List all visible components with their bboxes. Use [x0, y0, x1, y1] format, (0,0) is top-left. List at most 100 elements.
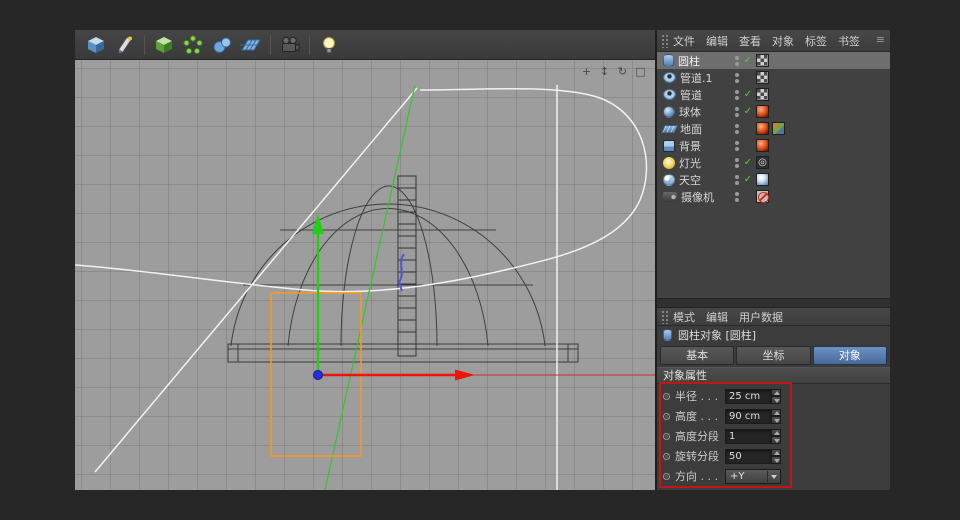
visibility-dots[interactable]	[735, 56, 740, 66]
height-stepper[interactable]	[771, 409, 781, 424]
material-thumbnail[interactable]	[756, 71, 769, 84]
visibility-dots[interactable]	[735, 90, 740, 100]
attribute-tabs: 基本 坐标 对象	[657, 344, 890, 367]
tube-icon	[663, 72, 676, 83]
object-properties: 半径 . . . 25 cm 高度 . . . 90 cm	[657, 384, 890, 486]
radius-stepper[interactable]	[771, 389, 781, 404]
material-thumbnail[interactable]	[756, 139, 769, 152]
visibility-dots[interactable]	[735, 73, 740, 83]
object-row-floor[interactable]: 地面	[657, 120, 890, 137]
camera-tool-icon[interactable]	[277, 32, 303, 58]
viewport-nav: + ↕ ↻ □	[580, 65, 647, 78]
enabled-check-icon[interactable]: ✓	[743, 157, 753, 168]
height-input[interactable]: 90 cm	[725, 409, 771, 424]
object-manager-menubar: 文件 编辑 查看 对象 标签 书签 ≡	[657, 30, 890, 52]
tab-coordinates[interactable]: 坐标	[736, 346, 810, 365]
enabled-check-icon[interactable]: ✓	[743, 89, 753, 100]
visibility-dots[interactable]	[735, 124, 740, 134]
object-row-cylinder[interactable]: 圆柱 ✓	[657, 52, 890, 69]
attribute-manager-menubar: 模式 编辑 用户数据	[657, 308, 890, 326]
material-thumbnail[interactable]	[756, 105, 769, 118]
floor-tool-icon[interactable]	[238, 32, 264, 58]
height-segments-stepper[interactable]	[771, 429, 781, 444]
property-label: 高度 . . .	[675, 408, 723, 424]
object-name: 地面	[680, 121, 702, 137]
enabled-check-icon[interactable]: ✓	[743, 55, 753, 66]
om-menu-view[interactable]: 查看	[739, 33, 761, 49]
toolbar-separator	[309, 35, 310, 55]
visibility-dots[interactable]	[735, 107, 740, 117]
material-thumbnail[interactable]	[756, 54, 769, 67]
om-menu-tags[interactable]: 标签	[805, 33, 827, 49]
property-label: 方向 . . .	[675, 468, 723, 484]
panel-splitter[interactable]	[657, 298, 890, 308]
object-row-sphere[interactable]: 球体 ✓	[657, 103, 890, 120]
om-menu-file[interactable]: 文件	[673, 33, 695, 49]
am-menu-mode[interactable]: 模式	[673, 309, 695, 325]
toolbar-separator	[144, 35, 145, 55]
object-name: 管道	[680, 87, 702, 103]
tab-object[interactable]: 对象	[813, 346, 887, 365]
rotation-segments-stepper[interactable]	[771, 449, 781, 464]
viewport[interactable]: + ↕ ↻ □	[75, 60, 655, 490]
visibility-dots[interactable]	[735, 141, 740, 151]
rotation-segments-input[interactable]: 50	[725, 449, 771, 464]
keyframe-circle-icon[interactable]	[663, 453, 670, 460]
keyframe-circle-icon[interactable]	[663, 393, 670, 400]
om-menu-bookmarks[interactable]: 书签	[838, 33, 860, 49]
om-menu-objects[interactable]: 对象	[772, 33, 794, 49]
object-row-tube1[interactable]: 管道.1	[657, 69, 890, 86]
cylinder-icon	[663, 54, 674, 67]
object-row-background[interactable]: 背景	[657, 137, 890, 154]
array-tool-icon[interactable]	[180, 32, 206, 58]
toggle-view-icon[interactable]: □	[634, 65, 647, 78]
dolly-icon[interactable]: ↕	[598, 65, 611, 78]
main-toolbar	[75, 30, 655, 60]
pan-icon[interactable]: +	[580, 65, 593, 78]
spline-pen-tool-icon[interactable]	[112, 32, 138, 58]
object-name: 圆柱	[678, 53, 700, 69]
cube-tool-icon[interactable]	[83, 32, 109, 58]
section-header: 对象属性	[657, 367, 890, 384]
property-label: 半径 . . .	[675, 388, 723, 404]
panel-options-icon[interactable]: ≡	[876, 33, 885, 46]
object-name: 背景	[679, 138, 701, 154]
light-tool-icon[interactable]	[316, 32, 342, 58]
orientation-dropdown[interactable]: +Y	[725, 469, 781, 484]
material-thumbnail[interactable]	[756, 122, 769, 135]
property-orientation: 方向 . . . +Y	[657, 466, 890, 486]
panel-grip-icon[interactable]	[661, 310, 669, 324]
panel-grip-icon[interactable]	[661, 34, 669, 48]
keyframe-circle-icon[interactable]	[663, 433, 670, 440]
texture-tag-thumbnail[interactable]	[772, 122, 785, 135]
visibility-dots[interactable]	[735, 192, 740, 202]
om-menu-edit[interactable]: 编辑	[706, 33, 728, 49]
material-thumbnail[interactable]	[756, 88, 769, 101]
keyframe-circle-icon[interactable]	[663, 473, 670, 480]
am-menu-userdata[interactable]: 用户数据	[739, 309, 783, 325]
protection-tag-icon[interactable]	[756, 190, 769, 203]
material-thumbnail[interactable]	[756, 173, 769, 186]
visibility-dots[interactable]	[735, 158, 740, 168]
object-row-light[interactable]: 灯光 ✓ ◎	[657, 154, 890, 171]
green-cube-tool-icon[interactable]	[151, 32, 177, 58]
radius-input[interactable]: 25 cm	[725, 389, 771, 404]
object-row-tube[interactable]: 管道 ✓	[657, 86, 890, 103]
height-segments-input[interactable]: 1	[725, 429, 771, 444]
light-icon	[663, 157, 675, 169]
object-list: 圆柱 ✓ 管道.1	[657, 52, 890, 298]
visibility-dots[interactable]	[735, 175, 740, 185]
am-menu-edit[interactable]: 编辑	[706, 309, 728, 325]
target-tag-icon[interactable]: ◎	[756, 156, 769, 169]
enabled-check-icon[interactable]: ✓	[743, 106, 753, 117]
attribute-title: 圆柱对象 [圆柱]	[678, 327, 756, 343]
metaball-tool-icon[interactable]	[209, 32, 235, 58]
object-row-camera[interactable]: 摄像机	[657, 188, 890, 205]
keyframe-circle-icon[interactable]	[663, 413, 670, 420]
background-icon	[663, 140, 675, 152]
rotate-icon[interactable]: ↻	[616, 65, 629, 78]
enabled-check-icon[interactable]: ✓	[743, 174, 753, 185]
object-row-sky[interactable]: 天空 ✓	[657, 171, 890, 188]
tab-basic[interactable]: 基本	[660, 346, 734, 365]
property-label: 高度分段	[675, 428, 723, 444]
